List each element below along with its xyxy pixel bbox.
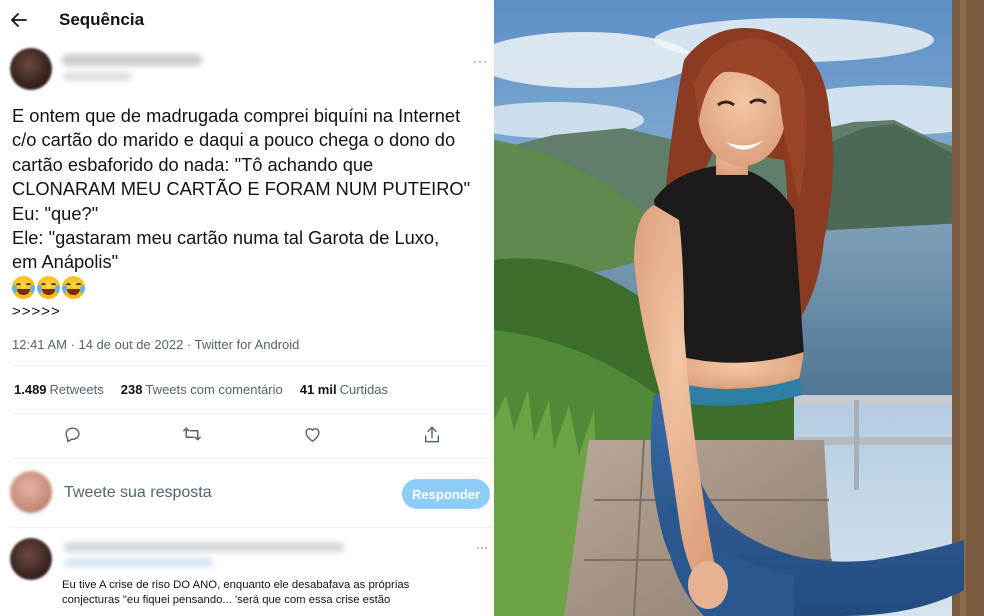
tweet-author[interactable]: ··· <box>10 48 494 94</box>
likes-label: Curtidas <box>339 382 389 397</box>
photo-scene <box>494 0 984 616</box>
more-dots-icon[interactable]: ··· <box>476 540 488 554</box>
tweet-panel: Sequência ··· E ontem que de madrugada c… <box>0 0 494 616</box>
more-dots-icon[interactable]: ··· <box>473 54 488 68</box>
tweet-text-line: CLONARAM MEU CARTÃO E FORAM NUM PUTEIRO" <box>12 178 471 200</box>
tweet-text: E ontem que de madrugada comprei biquíni… <box>12 104 494 322</box>
reply-input[interactable]: Tweete sua resposta <box>64 484 212 502</box>
retweets-label: Retweets <box>49 382 104 397</box>
reply-button[interactable]: Responder <box>402 479 490 509</box>
reply-icon[interactable] <box>62 424 82 444</box>
emoji-row <box>12 275 494 300</box>
comments-label: Tweets com comentário <box>145 382 283 397</box>
avatar <box>10 471 52 513</box>
tweet-text-line: cartão esbaforido do nada: "Tô achando q… <box>12 153 374 175</box>
retweets-count: 1.489 <box>14 382 47 397</box>
author-name-redacted <box>62 54 202 66</box>
tweet-text-line: em Anápolis" <box>12 251 119 273</box>
reply-composer: Tweete sua resposta Responder <box>10 468 494 518</box>
tears-of-joy-emoji-icon <box>62 275 85 299</box>
tweet-text-line: Ele: "gastaram meu cartão numa tal Garot… <box>12 226 440 248</box>
comment-text: Eu tive A crise de riso DO ANO, enquanto… <box>62 578 492 607</box>
tweet-text-line: Eu: "que?" <box>12 202 99 224</box>
divider <box>10 527 494 528</box>
tweet-actions <box>62 424 442 444</box>
arrow-left-icon[interactable] <box>10 11 28 29</box>
comments-count: 238 <box>120 382 143 397</box>
retweet-icon[interactable] <box>182 424 202 444</box>
comment-text-line: Eu tive A crise de riso DO ANO, enquanto… <box>62 579 410 591</box>
likes-count: 41 mil <box>299 382 337 397</box>
divider <box>10 413 494 414</box>
author-handle-redacted <box>62 72 132 81</box>
divider <box>10 365 494 366</box>
reply-tweet[interactable]: ··· Eu tive A crise de riso DO ANO, enqu… <box>10 536 494 616</box>
photo <box>494 0 984 616</box>
tweet-text-line: c/o cartão do marido e daqui a pouco che… <box>12 129 456 151</box>
tears-of-joy-emoji-icon <box>37 275 60 299</box>
share-icon[interactable] <box>422 424 442 444</box>
tweet-meta[interactable]: 12:41 AM · 14 de out de 2022 · Twitter f… <box>12 337 299 352</box>
page-title: Sequência <box>59 10 145 29</box>
avatar[interactable] <box>10 48 52 90</box>
tweet-stats: 1.489 Retweets 238 Tweets com comentário 4… <box>14 382 388 397</box>
in-reply-to-redacted <box>64 558 214 567</box>
like-icon[interactable] <box>302 424 322 444</box>
comment-author-redacted <box>64 542 344 552</box>
header-bar: Sequência <box>0 0 494 40</box>
avatar[interactable] <box>10 538 52 580</box>
tears-of-joy-emoji-icon <box>12 275 35 299</box>
tweet-text-line: E ontem que de madrugada comprei biquíni… <box>12 105 461 126</box>
divider <box>10 458 494 459</box>
comments-stat[interactable]: 238 Tweets com comentário <box>121 382 283 397</box>
comment-text-line: conjecturas "eu fiquei pensando... 'será… <box>62 593 391 606</box>
tweet-trailing-text: >>>>> <box>12 302 61 320</box>
likes-stat[interactable]: 41 mil Curtidas <box>300 382 388 397</box>
retweets-stat[interactable]: 1.489 Retweets <box>14 382 104 397</box>
